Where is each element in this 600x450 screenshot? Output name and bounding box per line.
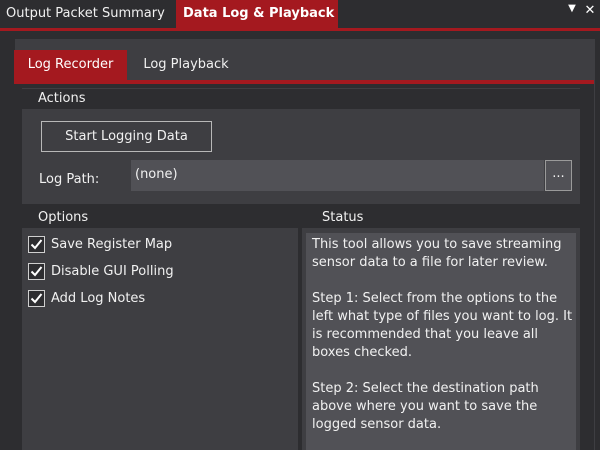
check-icon — [30, 265, 43, 276]
browse-button[interactable]: ... — [545, 160, 572, 191]
status-paragraph: This tool allows you to save streaming s… — [312, 237, 562, 270]
status-group-title: Status — [302, 208, 580, 228]
tab-log-recorder[interactable]: Log Recorder — [14, 50, 127, 80]
checkbox[interactable] — [28, 289, 45, 307]
status-paragraph: Step 2: Select the destination path abov… — [312, 381, 539, 432]
tab-output-packet-summary[interactable]: Output Packet Summary — [0, 0, 172, 28]
close-icon[interactable]: ✕ — [582, 3, 598, 19]
options-group-title: Options — [22, 208, 298, 228]
check-icon — [30, 292, 43, 303]
tab-strip-underline — [0, 28, 600, 31]
option-add-log-notes[interactable]: Add Log Notes — [28, 288, 145, 308]
tab-data-log-playback[interactable]: Data Log & Playback — [176, 0, 338, 28]
option-save-register-map[interactable]: Save Register Map — [28, 234, 172, 254]
start-logging-button[interactable]: Start Logging Data — [41, 121, 212, 152]
option-label: Disable GUI Polling — [51, 263, 174, 279]
log-path-field[interactable]: (none) — [131, 160, 544, 191]
status-text: This tool allows you to save streaming s… — [306, 233, 576, 450]
option-label: Add Log Notes — [51, 290, 146, 306]
status-paragraph: Step 1: Select from the options to the l… — [312, 291, 573, 360]
option-disable-gui-polling[interactable]: Disable GUI Polling — [28, 261, 174, 281]
chevron-down-icon[interactable]: ▼ — [566, 3, 578, 15]
checkbox[interactable] — [28, 262, 45, 280]
checkbox[interactable] — [28, 235, 45, 253]
option-label: Save Register Map — [51, 236, 173, 252]
check-icon — [30, 238, 43, 249]
tab-log-playback[interactable]: Log Playback — [130, 50, 242, 80]
log-path-label: Log Path: — [39, 172, 100, 187]
actions-group-title: Actions — [22, 89, 580, 109]
